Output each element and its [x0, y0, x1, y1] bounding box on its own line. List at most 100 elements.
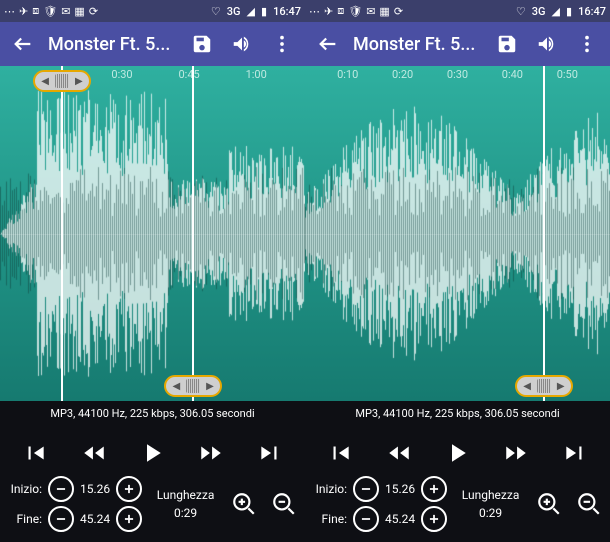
- gmail-icon: ✉: [61, 5, 70, 18]
- rewind-button[interactable]: [75, 434, 113, 472]
- save-button[interactable]: [492, 29, 522, 59]
- selection-end-marker[interactable]: ◀ ▶: [543, 66, 545, 401]
- end-value: 45.24: [385, 512, 415, 526]
- heart-icon: ♡: [211, 5, 221, 18]
- start-decrement-button[interactable]: [48, 476, 74, 502]
- signal-icon: ◢: [247, 5, 255, 18]
- waveform-area[interactable]: 0:10 0:20 0:30 0:40 0:50 ◀ ▶: [305, 66, 610, 401]
- chevron-left-icon: ◀: [41, 76, 49, 87]
- play-button[interactable]: [133, 434, 171, 472]
- chevron-right-icon: ▶: [557, 381, 565, 392]
- status-bar: ⋯ ✈ ⧈ 🛡 ✉ ▦ ⟳ ♡ 3G ◢ ▮ 16:47: [305, 0, 610, 22]
- waveform-midline: [0, 234, 305, 235]
- length-label: Lunghezza: [157, 488, 215, 502]
- file-info: MP3, 44100 Hz, 225 kbps, 306.05 secondi: [305, 401, 610, 428]
- volume-button[interactable]: [532, 29, 562, 59]
- grip-icon: [186, 379, 200, 393]
- skip-previous-button[interactable]: [321, 434, 359, 472]
- song-title: Monster Ft. 5...: [48, 34, 177, 55]
- chevron-right-icon: ▶: [75, 76, 83, 87]
- back-button[interactable]: [313, 29, 343, 59]
- fast-forward-button[interactable]: [192, 434, 230, 472]
- fast-forward-button[interactable]: [497, 434, 535, 472]
- end-decrement-button[interactable]: [48, 506, 74, 532]
- more-icon: ⋯: [4, 5, 15, 18]
- end-label: Fine:: [311, 512, 347, 526]
- end-handle[interactable]: ◀ ▶: [164, 375, 222, 397]
- volume-button[interactable]: [227, 29, 257, 59]
- waveform-midline: [305, 234, 610, 235]
- selection-start-marker[interactable]: ◀ ▶: [61, 66, 63, 401]
- end-label: Fine:: [6, 512, 42, 526]
- shield-icon: 🛡: [348, 5, 362, 18]
- app-bar: Monster Ft. 5...: [305, 22, 610, 66]
- waveform-area[interactable]: 0:15 0:30 0:45 1:00 ◀ ▶ ◀ ▶: [0, 66, 305, 401]
- clock: 16:47: [578, 5, 606, 18]
- play-button[interactable]: [438, 434, 476, 472]
- start-label: Inizio:: [6, 482, 42, 496]
- back-button[interactable]: [8, 29, 38, 59]
- end-decrement-button[interactable]: [353, 506, 379, 532]
- chevron-right-icon: ▶: [206, 381, 214, 392]
- clock: 16:47: [273, 5, 301, 18]
- calendar-icon: ▦: [74, 5, 84, 18]
- start-value: 15.26: [385, 482, 415, 496]
- app-bar: Monster Ft. 5...: [0, 22, 305, 66]
- start-increment-button[interactable]: [116, 476, 142, 502]
- end-increment-button[interactable]: [421, 506, 447, 532]
- zoom-out-button[interactable]: [269, 489, 299, 519]
- network-type: 3G: [227, 5, 241, 18]
- length-value: 0:29: [174, 506, 197, 520]
- skip-next-button[interactable]: [251, 434, 289, 472]
- transport-panel: Inizio: 15.26 Fine: 45.24 Lunghezza 0:29: [0, 428, 305, 542]
- chevron-left-icon: ◀: [523, 381, 531, 392]
- chevron-left-icon: ◀: [172, 381, 180, 392]
- more-icon: ⋯: [309, 5, 320, 18]
- status-icons-right: ♡ 3G ◢ ▮ 16:47: [211, 5, 301, 18]
- gmail-icon: ✉: [366, 5, 375, 18]
- battery-icon: ▮: [261, 5, 267, 18]
- length-value: 0:29: [479, 506, 502, 520]
- grip-icon: [537, 379, 551, 393]
- status-icons-right: ♡ 3G ◢ ▮ 16:47: [516, 5, 606, 18]
- save-button[interactable]: [187, 29, 217, 59]
- skip-previous-button[interactable]: [16, 434, 54, 472]
- skip-next-button[interactable]: [556, 434, 594, 472]
- screen-left: ⋯ ✈ ⧈ 🛡 ✉ ▦ ⟳ ♡ 3G ◢ ▮ 16:47 Monster Ft.…: [0, 0, 305, 542]
- file-info: MP3, 44100 Hz, 225 kbps, 306.05 secondi: [0, 401, 305, 428]
- overflow-menu[interactable]: [572, 29, 602, 59]
- screen-right: ⋯ ✈ ⧈ 🛡 ✉ ▦ ⟳ ♡ 3G ◢ ▮ 16:47 Monster Ft.…: [305, 0, 610, 542]
- sync-icon: ⟳: [89, 5, 98, 18]
- zoom-out-button[interactable]: [574, 489, 604, 519]
- signal-icon: ◢: [552, 5, 560, 18]
- zoom-in-button[interactable]: [534, 489, 564, 519]
- end-handle[interactable]: ◀ ▶: [515, 375, 573, 397]
- start-label: Inizio:: [311, 482, 347, 496]
- song-title: Monster Ft. 5...: [353, 34, 482, 55]
- telegram-icon: ✈: [324, 5, 333, 18]
- zoom-in-button[interactable]: [229, 489, 259, 519]
- dropbox-icon: ⧈: [337, 4, 344, 18]
- status-icons-left: ⋯ ✈ ⧈ 🛡 ✉ ▦ ⟳: [4, 4, 98, 18]
- selection-end-marker[interactable]: ◀ ▶: [192, 66, 194, 401]
- end-value: 45.24: [80, 512, 110, 526]
- telegram-icon: ✈: [19, 5, 28, 18]
- start-value: 15.26: [80, 482, 110, 496]
- network-type: 3G: [532, 5, 546, 18]
- start-decrement-button[interactable]: [353, 476, 379, 502]
- shield-icon: 🛡: [43, 5, 57, 18]
- heart-icon: ♡: [516, 5, 526, 18]
- calendar-icon: ▦: [379, 5, 389, 18]
- status-bar: ⋯ ✈ ⧈ 🛡 ✉ ▦ ⟳ ♡ 3G ◢ ▮ 16:47: [0, 0, 305, 22]
- start-handle[interactable]: ◀ ▶: [33, 70, 91, 92]
- rewind-button[interactable]: [380, 434, 418, 472]
- status-icons-left: ⋯ ✈ ⧈ 🛡 ✉ ▦ ⟳: [309, 4, 403, 18]
- dropbox-icon: ⧈: [32, 4, 39, 18]
- start-increment-button[interactable]: [421, 476, 447, 502]
- sync-icon: ⟳: [394, 5, 403, 18]
- length-label: Lunghezza: [462, 488, 520, 502]
- battery-icon: ▮: [566, 5, 572, 18]
- overflow-menu[interactable]: [267, 29, 297, 59]
- grip-icon: [55, 74, 69, 88]
- end-increment-button[interactable]: [116, 506, 142, 532]
